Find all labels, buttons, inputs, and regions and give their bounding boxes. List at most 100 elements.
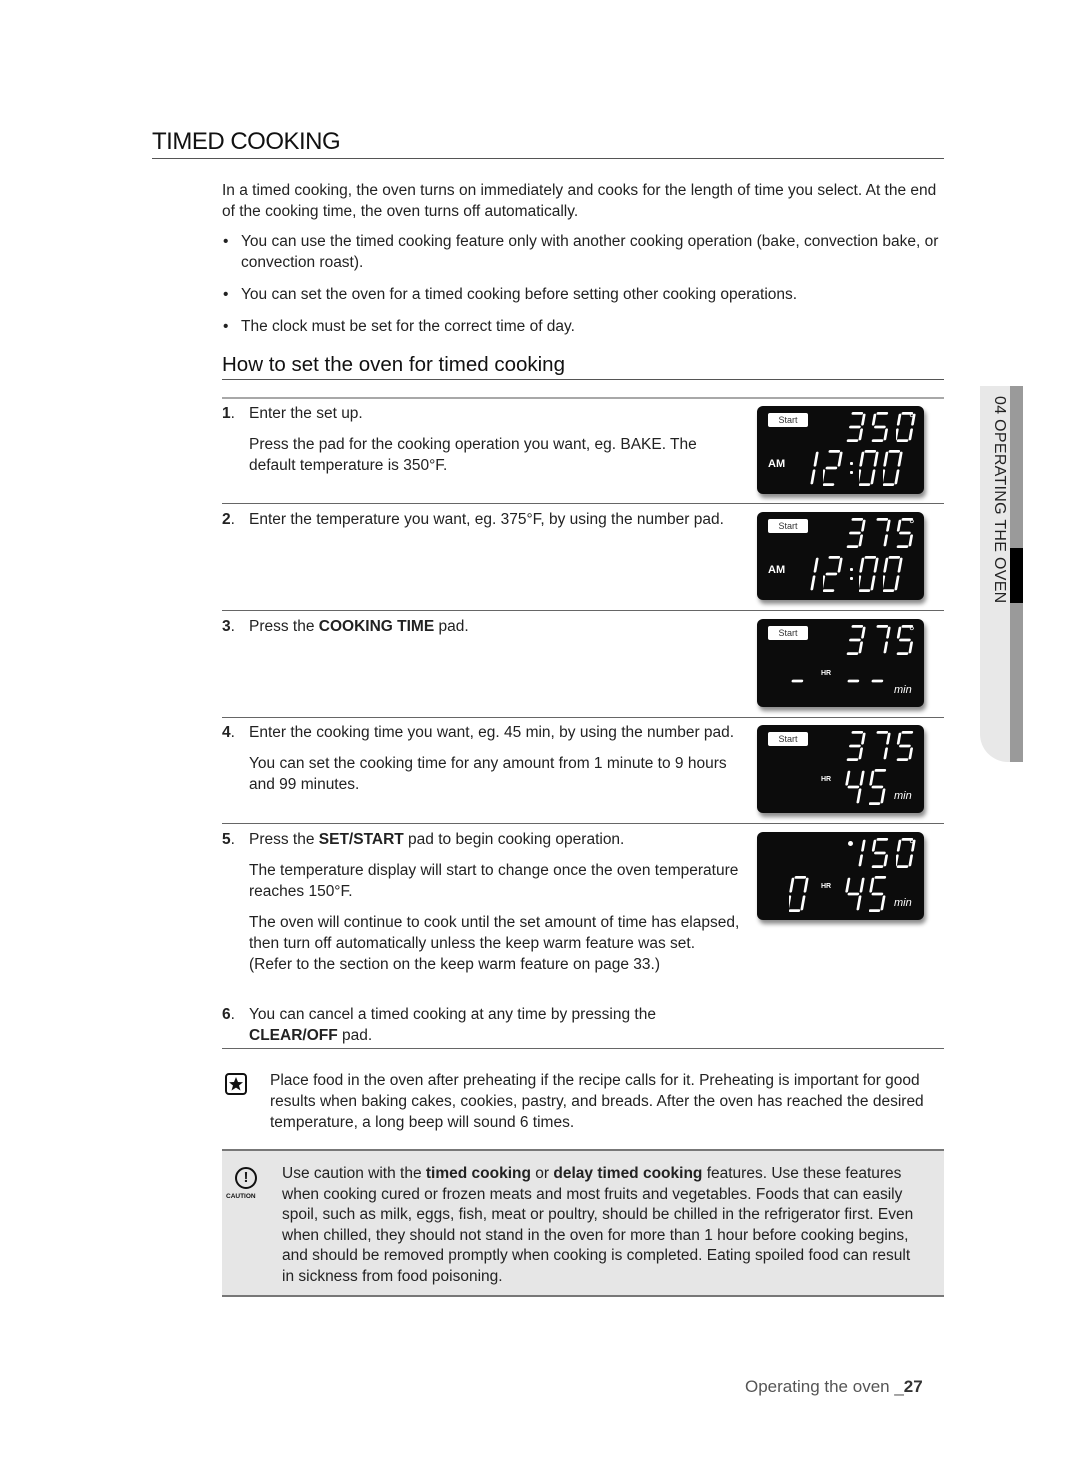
bold-term: CLEAR/OFF: [249, 1027, 338, 1044]
segment: [888, 556, 901, 559]
bullet-item: The clock must be set for the correct ti…: [222, 316, 942, 337]
segment: [851, 625, 864, 628]
seven-segment-digit: [883, 450, 903, 486]
temperature-readout: [846, 731, 916, 761]
segment: [874, 851, 886, 855]
segment: [828, 450, 841, 453]
section-divider: [222, 379, 944, 380]
seven-segment-digit: [883, 556, 903, 592]
segment: [791, 679, 804, 683]
text-run: Enter the set up.: [249, 405, 363, 422]
segment: [813, 557, 819, 573]
segment: [894, 575, 900, 591]
segment: [859, 589, 871, 592]
step-paragraph: Press the pad for the cooking operation …: [249, 434, 742, 476]
clock-readout: [799, 450, 903, 486]
segment: [847, 785, 860, 789]
text-run: pad.: [337, 1027, 373, 1044]
step-divider: [222, 397, 944, 399]
step-2: 2. Enter the temperature you want, eg. 37…: [222, 509, 742, 540]
note-text: Place food in the oven after preheating …: [270, 1072, 924, 1131]
segment: [896, 758, 909, 761]
segment: [869, 770, 875, 786]
seven-segment-digit: [846, 731, 866, 761]
step-number: 1.: [222, 405, 235, 422]
segment: [810, 469, 816, 485]
clock-readout: [799, 556, 903, 592]
segment: [861, 413, 866, 426]
seven-segment-digit: [876, 625, 891, 654]
segment: [856, 788, 862, 804]
segment: [858, 854, 863, 867]
text-run: Press the: [249, 831, 319, 848]
segment: [846, 758, 859, 761]
bullet-list: You can use the timed cooking feature on…: [222, 231, 942, 348]
footer-section: Operating the oven _: [745, 1377, 904, 1396]
seven-segment-digit: [869, 769, 887, 805]
segment: [870, 469, 876, 485]
segment: [908, 854, 914, 867]
segment: [803, 877, 809, 893]
colon: [847, 556, 855, 592]
text-run: Press the pad for the cooking operation …: [249, 436, 697, 474]
segment: [823, 575, 826, 591]
step-1: 1. Enter the set up. Press the pad for the…: [222, 403, 742, 486]
segment: [789, 909, 801, 912]
segment: [896, 413, 902, 426]
page-number: 27: [903, 1377, 923, 1396]
minutes-unit: min: [894, 684, 912, 696]
segment: [901, 731, 914, 734]
segment: [849, 638, 861, 642]
hour-label: HR: [821, 670, 832, 677]
segment: [861, 626, 866, 639]
segment: [825, 466, 838, 470]
segment: [876, 731, 889, 734]
text-run: The oven will continue to cook until the…: [249, 914, 740, 973]
text-run: pad.: [434, 618, 469, 635]
segment: [869, 877, 875, 893]
segment: [896, 732, 902, 745]
segment: [896, 428, 899, 441]
text-run: Use caution with the: [282, 1165, 426, 1182]
segment: [886, 519, 891, 532]
bullet-item: You can use the timed cooking feature on…: [222, 231, 942, 273]
bold-term: COOKING TIME: [318, 618, 435, 635]
seven-segment-digit: [845, 770, 865, 804]
step-paragraph: The temperature display will start to ch…: [249, 860, 742, 902]
segment: [899, 531, 911, 535]
seven-segment-digit: [859, 450, 879, 486]
caution-label: CAUTION: [226, 1193, 256, 1200]
page-title: TIMED COOKING: [152, 128, 341, 155]
step-4: 4. Enter the cooking time you want, eg. 4…: [222, 722, 742, 805]
segment: [874, 876, 887, 879]
segment: [851, 412, 864, 415]
chapter-marker: [1010, 548, 1023, 603]
minutes-unit: min: [894, 897, 912, 909]
segment: [847, 679, 860, 683]
segment: [899, 744, 911, 748]
segment: [894, 469, 900, 485]
am-pm-label: AM: [768, 458, 786, 470]
segment: [851, 518, 864, 521]
oven-display: Start ° AM: [757, 512, 924, 600]
segment: [861, 839, 866, 852]
text-run: Enter the temperature you want, eg. 375°…: [249, 511, 724, 528]
text-run: Press the: [249, 618, 319, 635]
segment: [871, 865, 884, 868]
seven-segment-digit: [847, 679, 860, 683]
segment: [873, 451, 879, 467]
hour-label: HR: [821, 776, 832, 783]
segment: [845, 877, 851, 893]
caution-text: Use caution with the timed cooking or de…: [282, 1164, 922, 1288]
segment: [873, 557, 879, 573]
segment: [886, 732, 891, 745]
segment: [880, 788, 886, 804]
segment: [828, 556, 841, 559]
am-pm-label: AM: [768, 564, 786, 576]
start-indicator: Start: [768, 732, 808, 746]
minutes-readout: [845, 663, 889, 699]
minutes-readout: [845, 769, 889, 805]
segment: [845, 770, 851, 786]
segment: [871, 839, 877, 852]
segment: [883, 469, 886, 485]
